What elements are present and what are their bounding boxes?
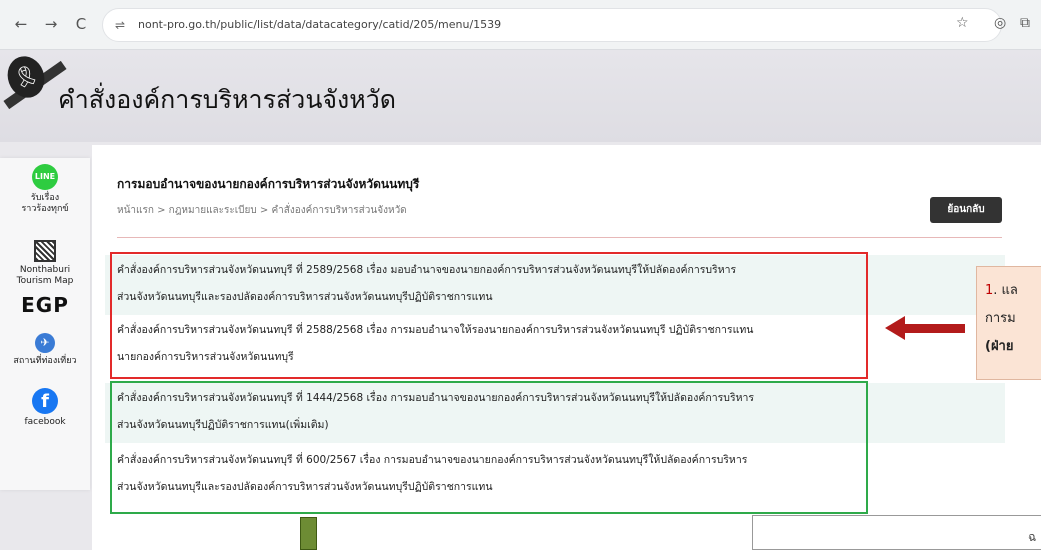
browser-toolbar: ← → C ⇌ nont-pro.go.th/public/list/data/…: [0, 0, 1041, 50]
facebook-icon: f: [32, 388, 58, 414]
camera-icon[interactable]: ◎: [994, 15, 1006, 31]
left-arrow-icon: [885, 316, 965, 340]
divider: [117, 237, 1002, 238]
sidebar-item-attractions[interactable]: ✈ สถานที่ท่องเที่ยว: [0, 333, 90, 367]
overlay-window: [752, 515, 1041, 550]
callout-text: การม: [985, 311, 1016, 326]
red-highlight-box: [110, 252, 868, 379]
line-app-icon: LINE: [32, 164, 58, 190]
url-text[interactable]: nont-pro.go.th/public/list/data/datacate…: [138, 18, 501, 31]
sidebar-item-label: facebook: [24, 417, 66, 427]
forward-arrow-icon[interactable]: →: [40, 13, 62, 35]
bookmark-star-icon[interactable]: ☆: [956, 15, 969, 31]
sidebar-item-egp[interactable]: EGP: [0, 293, 90, 317]
sidebar-item-label: ราวร้องทุกข์: [21, 204, 69, 214]
sidebar-item-facebook[interactable]: f facebook: [0, 388, 90, 428]
callout-note: 1. แล การม (ฝ่าย: [976, 266, 1041, 380]
page-title: คำสั่งองค์การบริหารส่วนจังหวัด: [58, 85, 397, 114]
callout-text: (ฝ่าย: [985, 339, 1014, 354]
sidebar: LINE รับเรื่อง ราวร้องทุกข์ Nonthaburi T…: [0, 158, 90, 490]
address-bar[interactable]: ⇌ nont-pro.go.th/public/list/data/dataca…: [102, 8, 1002, 42]
sidebar-item-label: Nonthaburi: [19, 265, 71, 275]
reload-icon[interactable]: C: [70, 13, 92, 35]
sidebar-item-label: Tourism Map: [16, 276, 74, 286]
qr-code-icon: [34, 240, 56, 262]
egp-logo: EGP: [21, 293, 69, 317]
extensions-icon[interactable]: ⧉: [1020, 15, 1030, 31]
back-button[interactable]: ย้อนกลับ: [930, 197, 1002, 223]
sidebar-item-label: รับเรื่อง: [30, 193, 60, 203]
travel-globe-icon: ✈: [35, 333, 55, 353]
back-arrow-icon[interactable]: ←: [10, 13, 32, 35]
mourning-ribbon-icon: 🎗: [1, 51, 51, 103]
sidebar-item-label: สถานที่ท่องเที่ยว: [13, 356, 77, 366]
overlay-text: ฉ: [1028, 530, 1037, 544]
breadcrumb[interactable]: หน้าแรก > กฎหมายและระเบียบ > คำสั่งองค์ก…: [117, 203, 407, 218]
callout-text: . แล: [993, 283, 1018, 298]
green-highlight-box: [110, 381, 868, 514]
green-bar-decoration: [300, 517, 317, 550]
site-settings-icon[interactable]: ⇌: [115, 18, 125, 32]
page-banner: 🎗 คำสั่งองค์การบริหารส่วนจังหวัด: [0, 50, 1041, 142]
sidebar-item-tourism-map[interactable]: Nonthaburi Tourism Map: [0, 240, 90, 287]
sidebar-item-complaint[interactable]: LINE รับเรื่อง ราวร้องทุกข์: [0, 164, 90, 215]
section-title: การมอบอำนาจของนายกองค์การบริหารส่วนจังหว…: [117, 177, 420, 191]
